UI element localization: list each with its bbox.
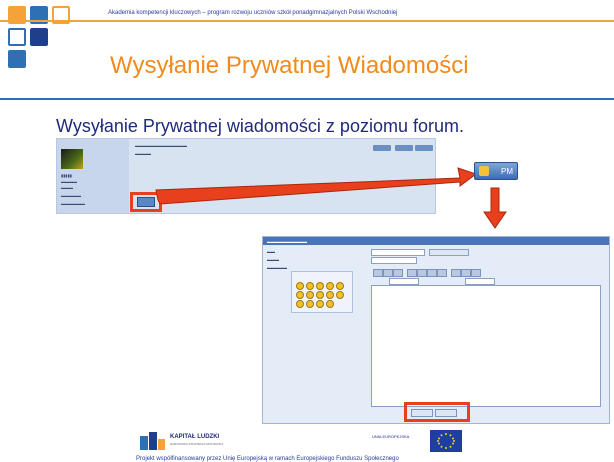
smiley-icon[interactable] bbox=[326, 282, 334, 290]
private-message-form-screenshot: ▬▬▬▬▬▬▬▬▬▬ ▬▬ ▬▬▬ ▬▬▬▬▬ bbox=[262, 236, 610, 424]
toolbar-button[interactable] bbox=[383, 269, 393, 277]
message-textarea[interactable] bbox=[371, 285, 601, 407]
smilies-panel bbox=[291, 271, 353, 313]
send-buttons-highlight bbox=[404, 402, 470, 422]
pm-icon bbox=[479, 166, 489, 176]
toolbar-button[interactable] bbox=[393, 269, 403, 277]
smiley-icon[interactable] bbox=[306, 282, 314, 290]
smiley-icon[interactable] bbox=[326, 300, 334, 308]
arrow-down bbox=[483, 187, 507, 229]
smiley-icon[interactable] bbox=[306, 291, 314, 299]
toolbar-button[interactable] bbox=[451, 269, 461, 277]
font-size-select[interactable] bbox=[465, 278, 495, 285]
kapital-ludzki-sublabel: NARODOWA STRATEGIA SPÓJNOŚCI bbox=[170, 442, 224, 446]
smiley-icon[interactable] bbox=[326, 291, 334, 299]
field-label-message: ▬▬▬▬▬ bbox=[267, 265, 287, 270]
smiley-icon[interactable] bbox=[316, 300, 324, 308]
smiley-icon[interactable] bbox=[296, 282, 304, 290]
smiley-icon[interactable] bbox=[336, 291, 344, 299]
pm-button[interactable]: PM bbox=[474, 162, 518, 180]
smiley-icon[interactable] bbox=[296, 291, 304, 299]
eu-label: UNIA EUROPEJSKA bbox=[372, 434, 410, 439]
cofinance-footer: Projekt współfinansowany przez Unię Euro… bbox=[136, 456, 399, 462]
field-label-recipient: ▬▬ bbox=[267, 249, 275, 254]
find-user-button[interactable] bbox=[429, 249, 469, 256]
smiley-icon[interactable] bbox=[296, 300, 304, 308]
toolbar-button[interactable] bbox=[471, 269, 481, 277]
toolbar-button[interactable] bbox=[461, 269, 471, 277]
kapital-ludzki-logo bbox=[140, 432, 165, 450]
kapital-ludzki-label: KAPITAŁ LUDZKI bbox=[170, 434, 220, 440]
arrow-right bbox=[155, 167, 478, 205]
smiley-icon[interactable] bbox=[316, 282, 324, 290]
subject-field[interactable] bbox=[371, 257, 417, 264]
font-color-select[interactable] bbox=[389, 278, 419, 285]
form-title-bar: ▬▬▬▬▬▬▬▬▬▬ bbox=[263, 237, 609, 245]
toolbar-button[interactable] bbox=[437, 269, 447, 277]
smiley-icon[interactable] bbox=[316, 291, 324, 299]
eu-flag-icon bbox=[430, 430, 462, 452]
smiley-icon[interactable] bbox=[336, 282, 344, 290]
recipient-field[interactable] bbox=[371, 249, 425, 256]
field-label-subject: ▬▬▬ bbox=[267, 257, 279, 262]
smiley-icon[interactable] bbox=[306, 300, 314, 308]
pm-button-label: PM bbox=[501, 167, 513, 176]
toolbar-button[interactable] bbox=[373, 269, 383, 277]
toolbar-button[interactable] bbox=[427, 269, 437, 277]
toolbar-button[interactable] bbox=[407, 269, 417, 277]
toolbar-button[interactable] bbox=[417, 269, 427, 277]
